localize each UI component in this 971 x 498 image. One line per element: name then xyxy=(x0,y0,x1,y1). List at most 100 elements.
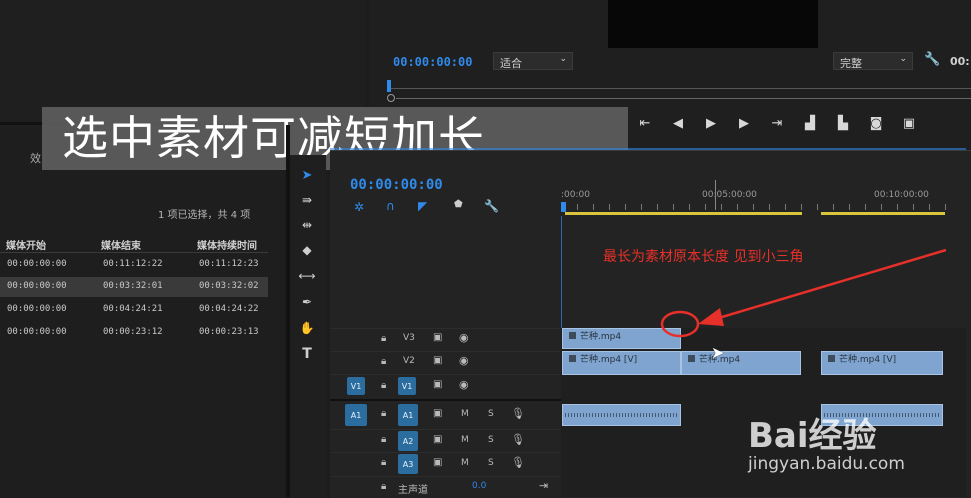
lock-icon[interactable]: 🔒︎ xyxy=(381,457,386,468)
fit-dropdown-label: 适合 xyxy=(500,57,522,70)
track-v2-label[interactable]: V2 xyxy=(403,356,415,366)
track-v1-header: V1 🔒︎ V1 ▣ ◉ xyxy=(330,374,560,399)
mute-button[interactable]: M xyxy=(461,435,469,445)
settings-wrench-icon[interactable]: 🔧 xyxy=(484,199,499,213)
microphone-icon[interactable]: 🎙︎ xyxy=(511,456,525,469)
lock-icon[interactable]: 🔒︎ xyxy=(381,434,386,445)
eye-icon[interactable]: ◉ xyxy=(459,331,469,344)
track-v1-label[interactable]: V1 xyxy=(398,377,416,395)
clip-v2-1[interactable]: 芒种.mp4 [V] xyxy=(562,351,681,375)
mute-button[interactable]: M xyxy=(461,409,469,419)
camera-icon[interactable]: ◙ xyxy=(866,113,886,133)
timeline-active-border xyxy=(330,148,966,150)
ripple-edit-tool-icon[interactable]: ⇹ xyxy=(299,217,315,233)
go-to-out-icon[interactable]: ⇥ xyxy=(767,113,787,133)
mute-button[interactable]: M xyxy=(461,458,469,468)
track-a2-label[interactable]: A2 xyxy=(398,431,418,451)
clip-v2-3[interactable]: 芒种.mp4 [V] xyxy=(821,351,943,375)
table-row[interactable]: 00:00:00:00 00:04:24:21 00:04:24:22 xyxy=(0,300,268,320)
program-playhead[interactable] xyxy=(387,80,391,92)
microphone-icon[interactable]: 🎙︎ xyxy=(511,407,525,420)
timeline-playhead[interactable] xyxy=(561,202,566,212)
lock-icon[interactable]: 🔒︎ xyxy=(381,481,386,492)
marker-icon[interactable]: ⬟ xyxy=(454,199,463,210)
column-media-duration[interactable]: 媒体持续时间 xyxy=(197,237,267,252)
timeline-timecode[interactable]: 00:00:00:00 xyxy=(350,177,443,193)
solo-button[interactable]: S xyxy=(488,409,494,419)
table-row[interactable]: 00:00:00:00 00:03:32:01 00:03:32:02 xyxy=(0,277,268,297)
sync-lock-icon[interactable]: ▣ xyxy=(433,408,442,419)
source-patch-a1[interactable]: A1 xyxy=(345,404,367,426)
program-playhead-bar[interactable] xyxy=(388,88,971,89)
chevron-down-icon: ⌄ xyxy=(899,54,907,64)
play-icon[interactable]: ▶ xyxy=(701,113,721,133)
microphone-icon[interactable]: 🎙︎ xyxy=(511,433,525,446)
cell-start: 00:00:00:00 xyxy=(7,259,67,269)
eye-icon[interactable]: ◉ xyxy=(459,378,469,391)
clip-a1-1[interactable] xyxy=(562,404,681,426)
project-tab-partial[interactable]: 效 xyxy=(30,150,41,166)
selection-tool-icon[interactable]: ➤ xyxy=(299,167,315,183)
razor-tool-icon[interactable]: ◆ xyxy=(299,242,315,258)
watermark-brand: Bai经验 xyxy=(748,416,877,456)
snap-icon[interactable]: ✲ xyxy=(354,200,364,214)
track-select-tool-icon[interactable]: ⇛ xyxy=(299,192,315,208)
track-a3-header: 🔒︎ A3 ▣ M S 🎙︎ xyxy=(330,452,560,475)
selection-info: 1 项已选择，共 4 项 xyxy=(158,210,251,221)
link-icon[interactable]: ∩ xyxy=(386,199,395,213)
tools-divider xyxy=(286,125,290,497)
eye-icon[interactable]: ◉ xyxy=(459,354,469,367)
clip-v2-2[interactable]: 芒种.mp4 xyxy=(681,351,801,375)
clip-fx-icon xyxy=(828,355,835,362)
go-to-end-icon[interactable]: ⇥ xyxy=(539,479,548,492)
wrench-icon[interactable]: 🔧 xyxy=(924,52,940,67)
work-area-bar-2[interactable] xyxy=(821,212,945,215)
sync-lock-icon[interactable]: ▣ xyxy=(433,332,442,343)
hand-tool-icon[interactable]: ✋ xyxy=(299,320,315,336)
lock-icon[interactable]: 🔒︎ xyxy=(381,333,386,344)
clip-v2-3-label: 芒种.mp4 [V] xyxy=(839,355,897,365)
sync-lock-icon[interactable]: ▣ xyxy=(433,457,442,468)
column-media-start[interactable]: 媒体开始 xyxy=(6,237,46,252)
lock-icon[interactable]: 🔒︎ xyxy=(381,356,386,367)
track-a1-label[interactable]: A1 xyxy=(398,404,418,426)
clip-v2-1-label: 芒种.mp4 [V] xyxy=(580,355,638,365)
fit-dropdown[interactable]: 适合 ⌄ xyxy=(493,52,573,70)
ruler-minor-ticks xyxy=(561,204,946,210)
clip-fx-icon xyxy=(569,355,576,362)
go-to-in-icon[interactable]: ⇤ xyxy=(635,113,655,133)
sync-lock-icon[interactable]: ▣ xyxy=(433,379,442,390)
time-ruler[interactable]: :00:00 00:05:00:00 00:10:00:00 xyxy=(561,180,966,216)
slip-tool-icon[interactable]: ⟷ xyxy=(298,268,315,284)
table-row[interactable]: 00:00:00:00 00:00:23:12 00:00:23:13 xyxy=(0,323,268,343)
lock-icon[interactable]: 🔒︎ xyxy=(381,408,386,419)
track-a3-label[interactable]: A3 xyxy=(398,454,418,474)
solo-button[interactable]: S xyxy=(488,435,494,445)
master-volume-value[interactable]: 0.0 xyxy=(472,481,486,491)
extract-icon[interactable]: ▙ xyxy=(833,113,853,133)
lift-icon[interactable]: ▟ xyxy=(800,113,820,133)
program-scrub-handle[interactable] xyxy=(387,94,395,102)
add-marker-icon[interactable]: ◤ xyxy=(418,199,427,213)
step-back-icon[interactable]: ◀ xyxy=(668,113,688,133)
source-patch-v1[interactable]: V1 xyxy=(347,377,365,395)
cell-end: 00:11:12:22 xyxy=(103,259,163,269)
compare-icon[interactable]: ▣ xyxy=(899,113,919,133)
type-tool-icon[interactable]: T xyxy=(299,346,315,362)
quality-dropdown[interactable]: 完整 ⌄ xyxy=(833,52,913,70)
pen-tool-icon[interactable]: ✒ xyxy=(299,294,315,310)
table-row[interactable]: 00:00:00:00 00:11:12:22 00:11:12:23 xyxy=(0,255,268,275)
sync-lock-icon[interactable]: ▣ xyxy=(433,434,442,445)
column-media-end[interactable]: 媒体结束 xyxy=(101,237,141,252)
lock-icon[interactable]: 🔒︎ xyxy=(381,380,386,391)
cell-duration: 00:03:32:02 xyxy=(199,281,259,291)
step-forward-icon[interactable]: ▶ xyxy=(734,113,754,133)
cell-duration: 00:11:12:23 xyxy=(199,259,259,269)
quality-dropdown-label: 完整 xyxy=(840,57,862,70)
chevron-down-icon: ⌄ xyxy=(559,54,567,64)
sync-lock-icon[interactable]: ▣ xyxy=(433,355,442,366)
solo-button[interactable]: S xyxy=(488,458,494,468)
work-area-bar-1[interactable] xyxy=(565,212,802,215)
track-v3-label[interactable]: V3 xyxy=(403,333,415,343)
program-timecode[interactable]: 00:00:00:00 xyxy=(393,55,472,69)
